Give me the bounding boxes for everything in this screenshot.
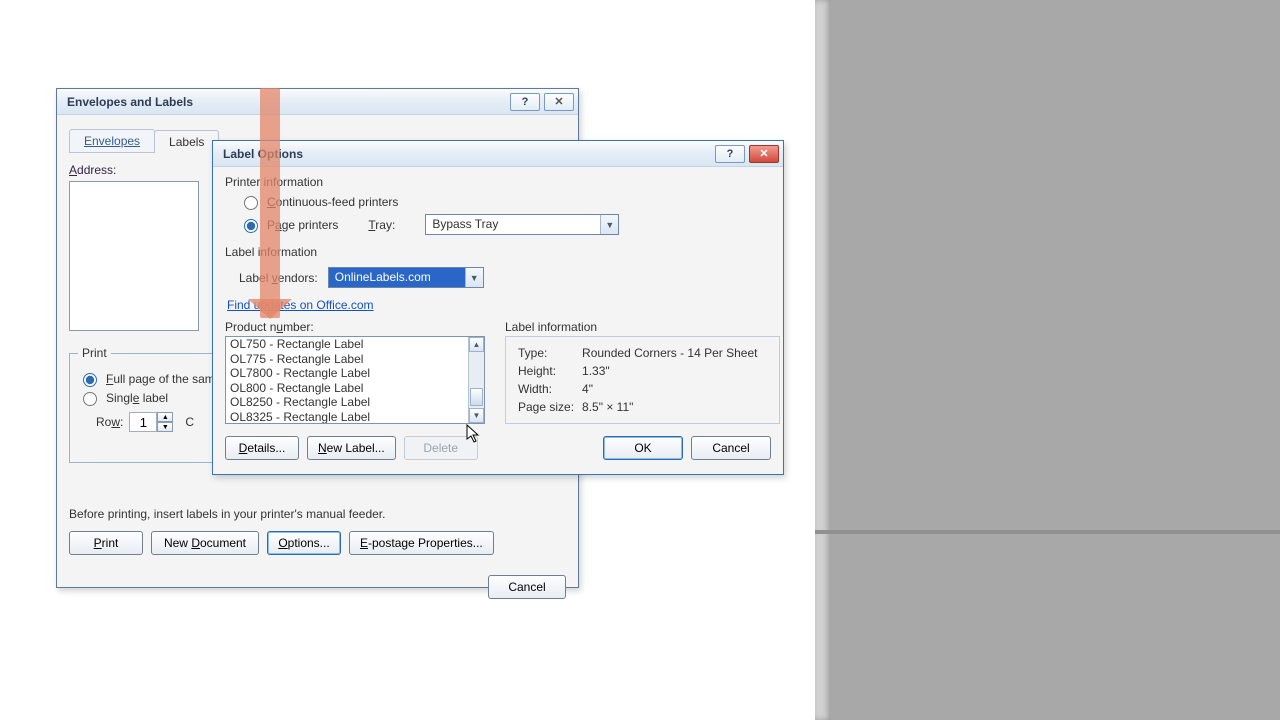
list-item[interactable]: OL775 - Rectangle Label [226, 352, 484, 367]
new-document-button[interactable]: New Document [151, 531, 259, 555]
close-button[interactable]: ✕ [544, 93, 574, 111]
tab-envelopes[interactable]: Envelopes [69, 129, 155, 152]
delete-button: Delete [404, 436, 478, 460]
tray-label: Tray: [368, 218, 395, 232]
print-legend: Print [78, 346, 111, 360]
label-options-dialog: Label Options ? ✕ Printer information Co… [212, 140, 784, 475]
row-up[interactable]: ▲ [157, 412, 173, 422]
label-info-title: Label information [505, 320, 780, 334]
column-hint: C [185, 415, 194, 429]
new-label-button[interactable]: New Label... [307, 436, 396, 460]
label-vendors-label: Label vendors: [239, 271, 318, 285]
titlebar[interactable]: Label Options ? ✕ [213, 141, 783, 167]
insert-labels-hint: Before printing, insert labels in your p… [69, 507, 385, 521]
radio-continuous[interactable]: Continuous-feed printers [239, 193, 771, 210]
label-info-section: Label information [225, 245, 771, 259]
options-button[interactable]: Options... [267, 531, 341, 555]
row-label: Row: [96, 415, 123, 429]
row-input[interactable] [129, 412, 157, 432]
listbox-scrollbar[interactable]: ▲ ▼ [468, 337, 484, 423]
radio-page-printers[interactable]: Page printers [239, 216, 338, 233]
ok-button[interactable]: OK [603, 436, 683, 460]
cancel-button[interactable]: Cancel [488, 575, 566, 599]
titlebar[interactable]: Envelopes and Labels ? ✕ [57, 89, 578, 115]
scroll-thumb[interactable] [470, 388, 483, 406]
list-item[interactable]: OL8325 - Rectangle Label [226, 410, 484, 425]
scroll-track[interactable] [469, 352, 484, 408]
tray-value: Bypass Tray [426, 215, 600, 234]
app-background-right [815, 0, 1280, 720]
chevron-down-icon[interactable]: ▼ [465, 268, 483, 287]
info-height-label: Height: [518, 363, 580, 379]
info-pagesize-value: 8.5" × 11" [582, 399, 763, 415]
print-button[interactable]: Print [69, 531, 143, 555]
dialog-title: Label Options [223, 147, 303, 161]
tab-labels[interactable]: Labels [154, 130, 219, 153]
pane-divider [815, 530, 1280, 534]
row-spinner[interactable]: ▲ ▼ [129, 412, 173, 432]
chevron-down-icon[interactable]: ▼ [600, 215, 618, 234]
label-vendors-dropdown[interactable]: OnlineLabels.com ▼ [328, 267, 484, 288]
list-item[interactable]: OL800 - Rectangle Label [226, 381, 484, 396]
info-width-label: Width: [518, 381, 580, 397]
details-button[interactable]: Details... [225, 436, 299, 460]
find-updates-link[interactable]: Find updates on Office.com [227, 298, 374, 312]
info-width-value: 4" [582, 381, 763, 397]
row-down[interactable]: ▼ [157, 422, 173, 432]
product-number-listbox[interactable]: OL750 - Rectangle Label OL775 - Rectangl… [225, 336, 485, 424]
cancel-button[interactable]: Cancel [691, 436, 771, 460]
address-field[interactable] [69, 181, 199, 331]
label-info-panel: Type: Rounded Corners - 14 Per Sheet Hei… [505, 336, 780, 424]
list-item[interactable]: OL750 - Rectangle Label [226, 337, 484, 352]
help-button[interactable]: ? [715, 145, 745, 163]
tray-dropdown[interactable]: Bypass Tray ▼ [425, 214, 619, 235]
epostage-button[interactable]: E-postage Properties... [349, 531, 494, 555]
list-item[interactable]: OL7800 - Rectangle Label [226, 366, 484, 381]
product-number-label: Product number: [225, 320, 485, 334]
printer-info-section: Printer information [225, 175, 771, 189]
close-button[interactable]: ✕ [749, 145, 779, 163]
info-pagesize-label: Page size: [518, 399, 580, 415]
pane-edge [815, 0, 831, 720]
info-height-value: 1.33" [582, 363, 763, 379]
info-type-value: Rounded Corners - 14 Per Sheet [582, 345, 763, 361]
list-item[interactable]: OL8250 - Rectangle Label [226, 395, 484, 410]
label-vendors-value: OnlineLabels.com [329, 268, 465, 287]
help-button[interactable]: ? [510, 93, 540, 111]
dialog-title: Envelopes and Labels [67, 95, 193, 109]
scroll-up-button[interactable]: ▲ [469, 337, 484, 352]
scroll-down-button[interactable]: ▼ [469, 408, 484, 423]
info-type-label: Type: [518, 345, 580, 361]
